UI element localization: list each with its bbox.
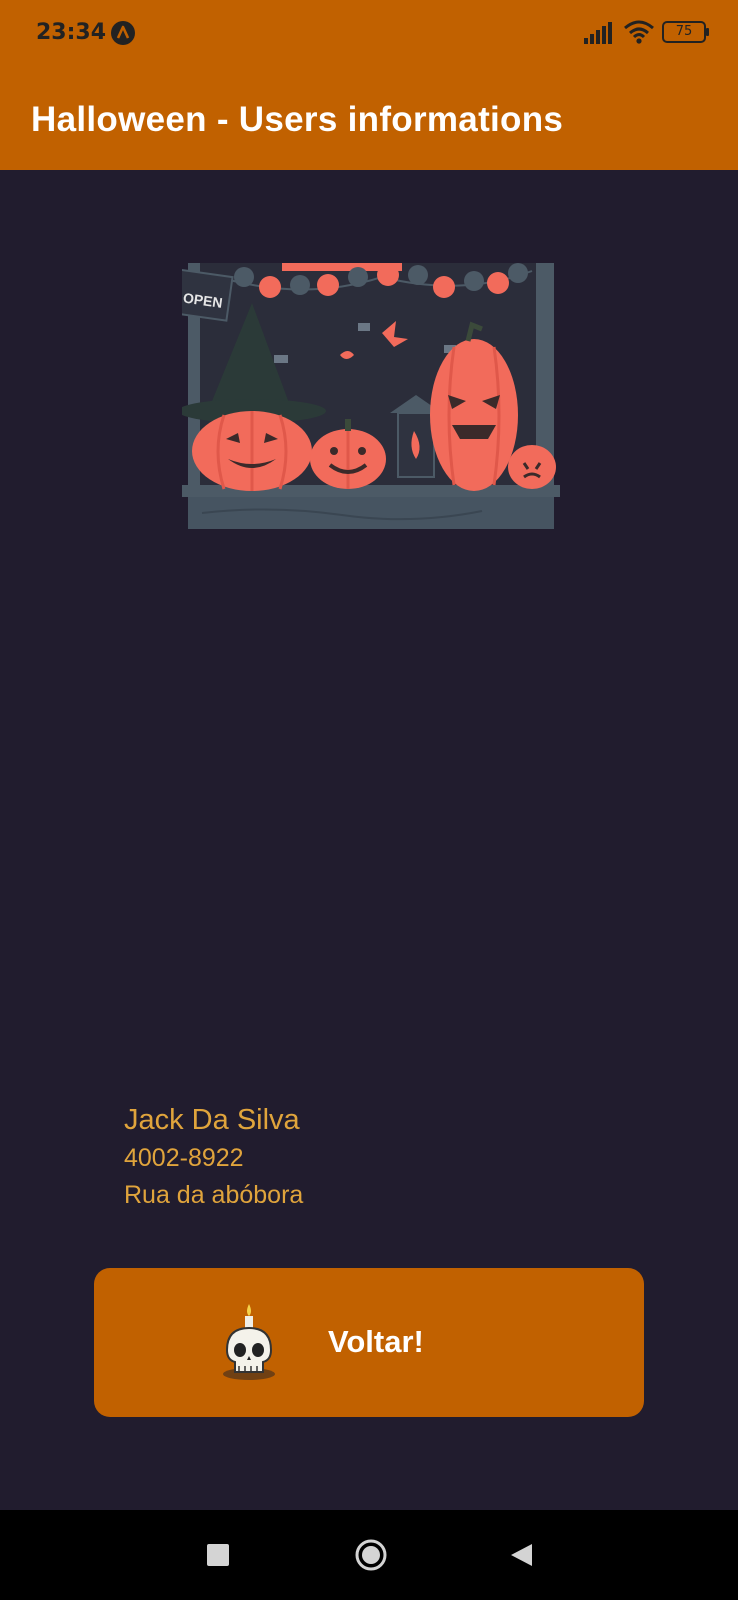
- user-info: Jack Da Silva 4002-8922 Rua da abóbora: [124, 1100, 303, 1214]
- back-button[interactable]: Voltar!: [94, 1268, 644, 1417]
- user-phone: 4002-8922: [124, 1144, 244, 1172]
- user-name: Jack Da Silva: [124, 1104, 300, 1136]
- circle-home-icon[interactable]: [354, 1538, 388, 1577]
- page-title: Halloween - Users informations: [31, 100, 564, 139]
- triangle-back-icon[interactable]: [508, 1542, 534, 1573]
- halloween-illustration: OPEN: [173, 263, 560, 534]
- user-address: Rua da abóbora: [124, 1181, 304, 1209]
- cell-signal-icon: [584, 22, 614, 49]
- status-time: 23:34: [36, 20, 107, 45]
- battery-level: 75: [675, 23, 693, 39]
- battery-icon: 75: [662, 21, 710, 48]
- wifi-icon: [624, 20, 654, 49]
- back-button-label: Voltar!: [328, 1324, 424, 1359]
- skull-candle-icon: [223, 1302, 279, 1385]
- square-recents-icon[interactable]: [207, 1544, 229, 1566]
- launcher-a-icon: [110, 20, 136, 51]
